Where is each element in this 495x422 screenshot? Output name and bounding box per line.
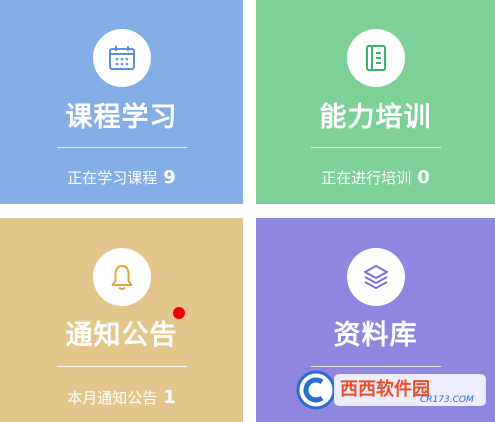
tile-course-learning[interactable]: 课程学习 正在学习课程 9	[0, 0, 243, 204]
divider	[310, 147, 441, 148]
divider	[56, 366, 187, 367]
status-count: 9	[163, 167, 176, 188]
status-label: 正在学习课程	[67, 169, 158, 187]
status-label: 正在进行培训	[321, 169, 412, 187]
tile-ability-training[interactable]: 能力培训 正在进行培训 0	[256, 0, 495, 204]
status-label: 本月通知公告	[67, 389, 158, 407]
tile-title: 资料库	[333, 320, 418, 351]
icon-circle	[92, 248, 151, 306]
icon-circle	[346, 248, 405, 306]
tile-title: 通知公告	[65, 320, 178, 351]
watermark-text: 西西软件园	[340, 378, 430, 400]
icon-circle	[346, 29, 405, 87]
status-count: 0	[417, 167, 430, 188]
divider	[310, 366, 441, 367]
watermark-subtext: CR173.COM	[420, 395, 474, 405]
tile-title: 能力培训	[319, 102, 432, 133]
layers-icon	[363, 265, 388, 289]
notebook-icon	[365, 45, 386, 71]
bell-icon	[111, 265, 132, 290]
tile-status: 本月通知公告 1	[0, 386, 243, 410]
watermark-logo: 西西软件园 CR173.COM	[296, 370, 486, 410]
calendar-icon	[108, 46, 135, 70]
tile-title: 课程学习	[65, 102, 178, 133]
icon-circle	[92, 29, 151, 87]
status-count: 1	[163, 387, 176, 408]
tile-notice[interactable]: 通知公告 本月通知公告 1	[0, 218, 243, 422]
divider	[56, 147, 187, 148]
tile-status: 正在进行培训 0	[256, 166, 495, 190]
tile-status: 正在学习课程 9	[0, 166, 243, 190]
